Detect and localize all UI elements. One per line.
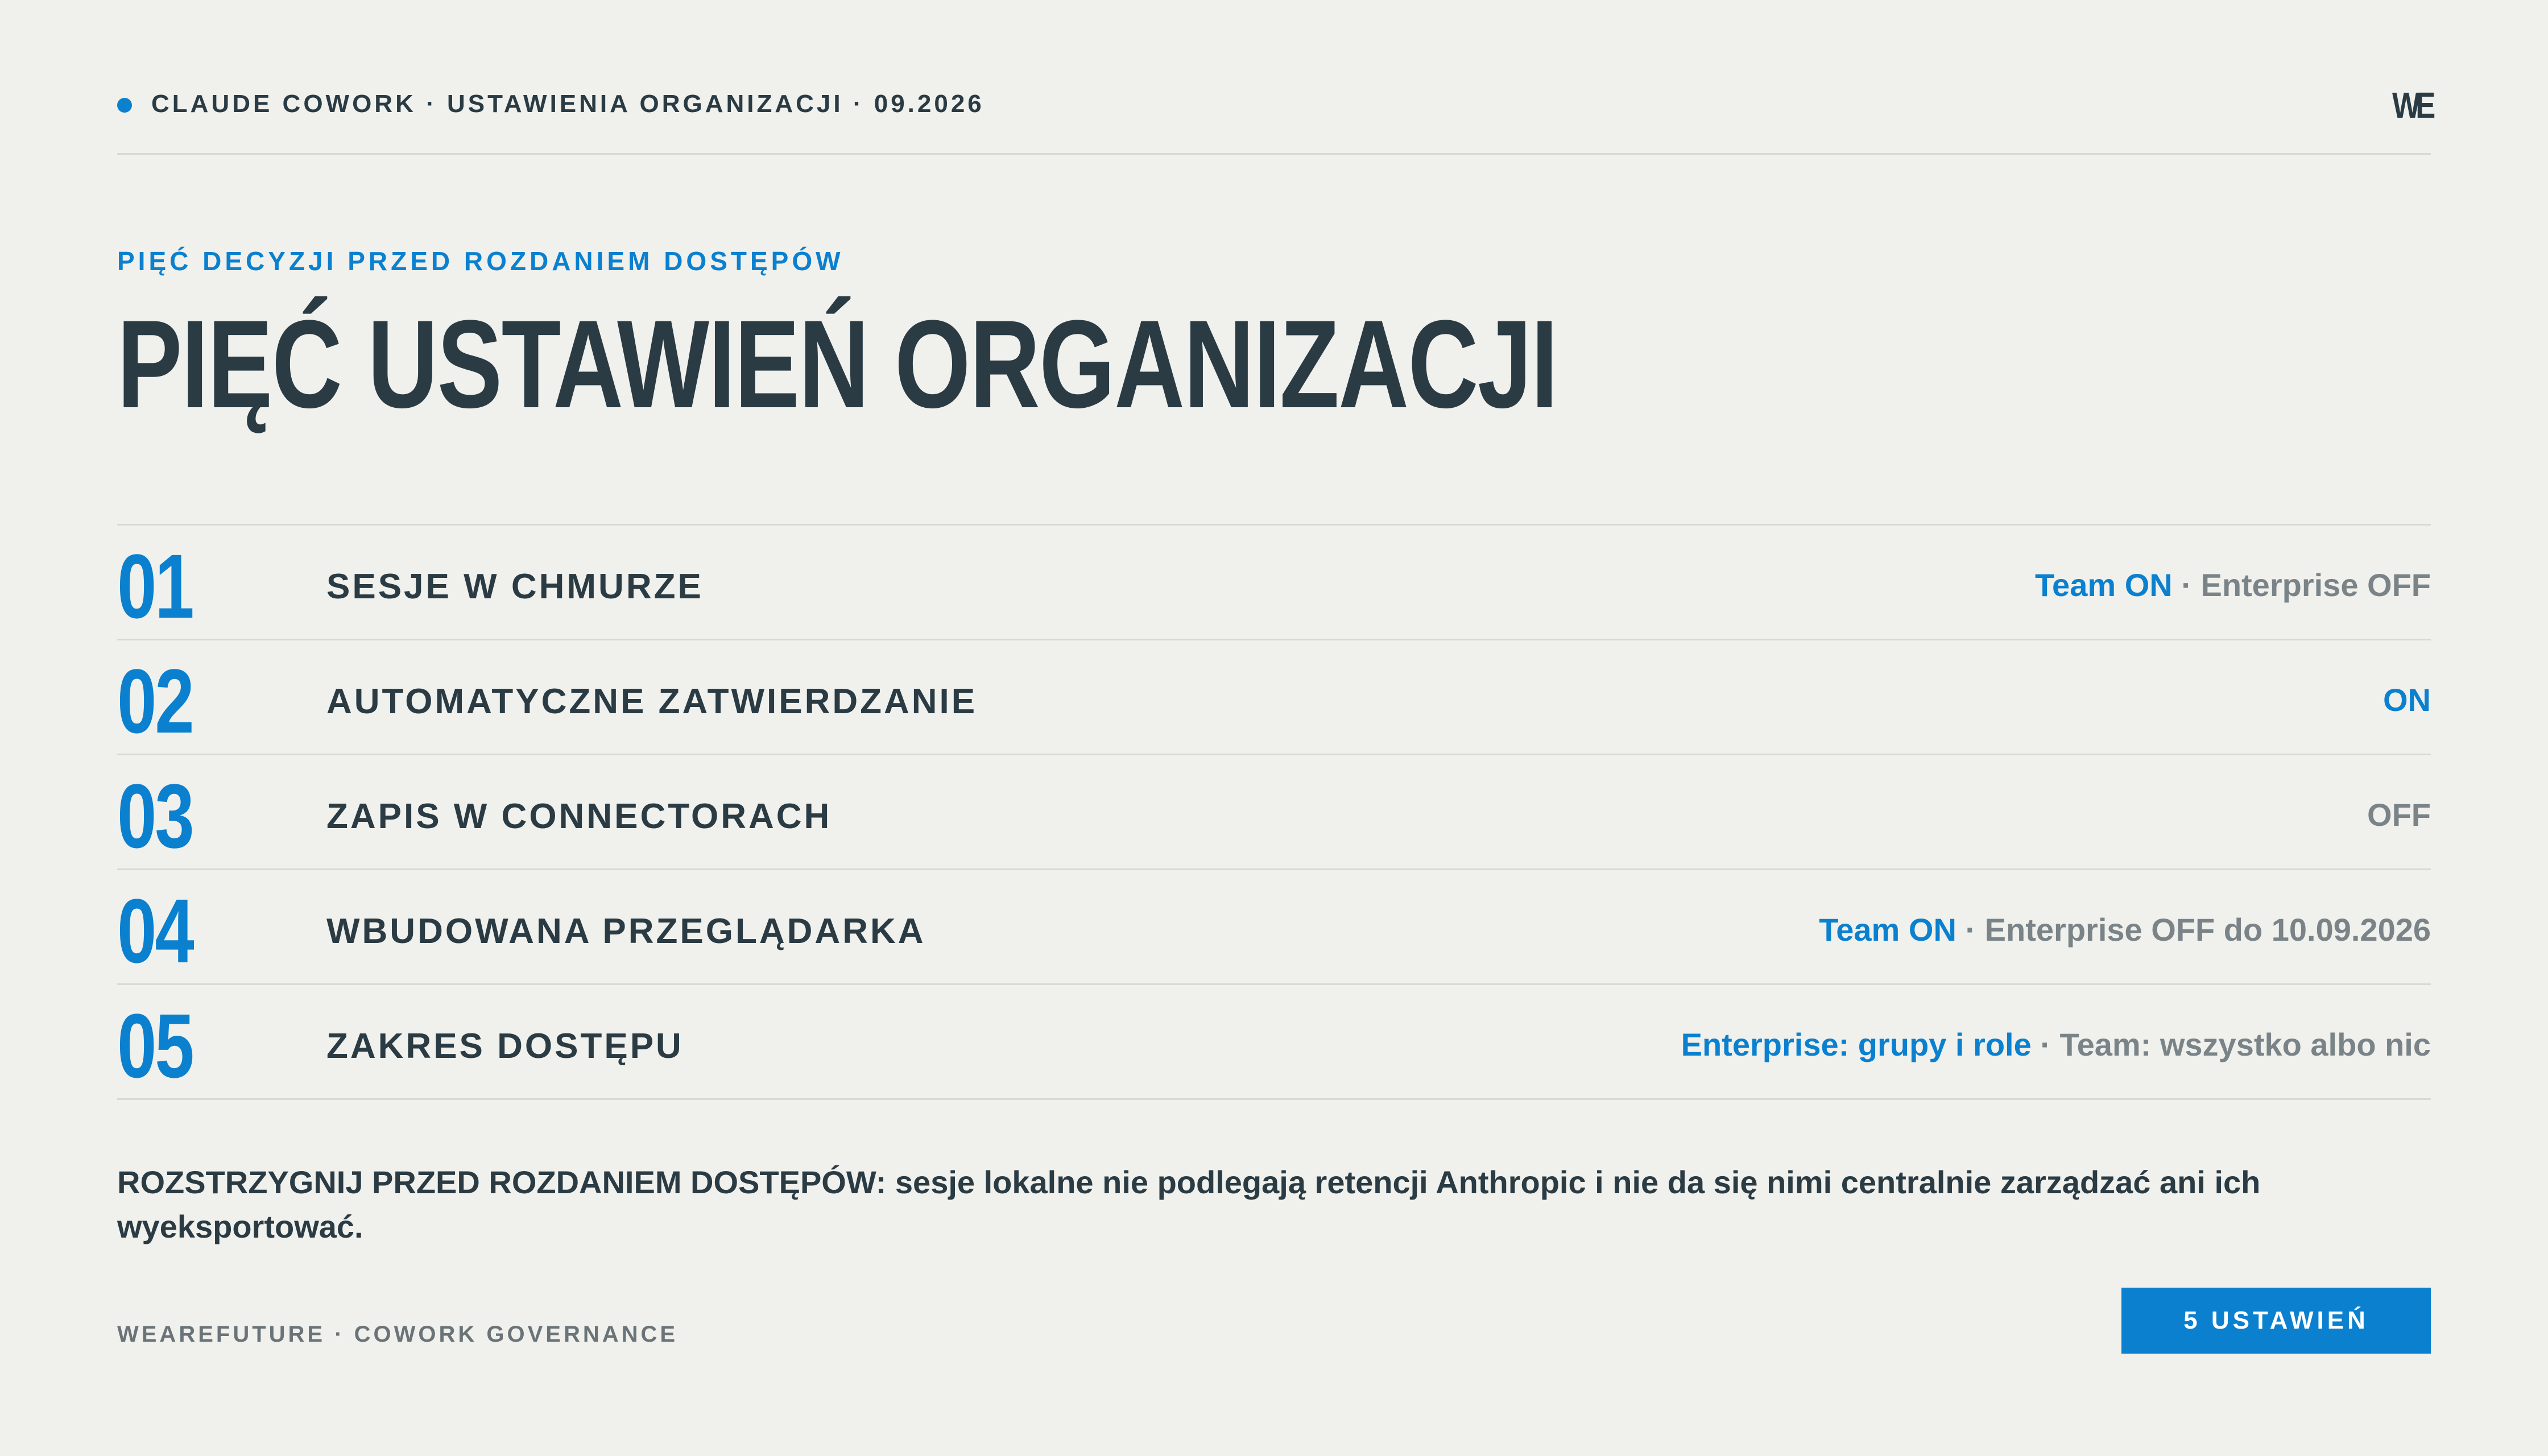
setting-label: ZAPIS W CONNECTORACH: [326, 797, 832, 836]
setting-number: 01: [117, 535, 195, 637]
setting-label: ZAKRES DOSTĘPU: [326, 1027, 684, 1066]
status-primary: ON: [2383, 682, 2431, 718]
slide: CLAUDE COWORK · USTAWIENIA ORGANIZACJI ·…: [117, 0, 2435, 1456]
setting-row-connector-write: 03 ZAPIS W CONNECTORACH OFF: [117, 755, 2431, 870]
status-secondary: OFF: [2367, 797, 2431, 833]
setting-status: Team ON · Enterprise OFF: [2035, 566, 2431, 603]
logo: WE: [2392, 85, 2435, 126]
header: CLAUDE COWORK · USTAWIENIA ORGANIZACJI ·…: [117, 85, 2435, 126]
setting-row-access-scope: 05 ZAKRES DOSTĘPU Enterprise: grupy i ro…: [117, 985, 2431, 1100]
setting-label: WBUDOWANA PRZEGLĄDARKA: [326, 912, 926, 951]
setting-status: ON: [2383, 681, 2431, 718]
setting-label: AUTOMATYCZNE ZATWIERDZANIE: [326, 682, 978, 721]
setting-label: SESJE W CHMURZE: [326, 567, 704, 606]
setting-row-cloud-sessions: 01 SESJE W CHMURZE Team ON · Enterprise …: [117, 526, 2431, 640]
setting-number: 03: [117, 765, 195, 867]
breadcrumb: CLAUDE COWORK · USTAWIENIA ORGANIZACJI ·…: [151, 90, 985, 118]
status-separator: ·: [2031, 1027, 2060, 1062]
footer-brand: WEAREFUTURE · COWORK GOVERNANCE: [117, 1322, 679, 1347]
setting-status: Team ON · Enterprise OFF do 10.09.2026: [1819, 911, 2431, 948]
setting-number: 05: [117, 995, 195, 1097]
status-primary: Enterprise: grupy i role: [1681, 1027, 2032, 1062]
setting-row-built-in-browser: 04 WBUDOWANA PRZEGLĄDARKA Team ON · Ente…: [117, 870, 2431, 985]
status-separator: ·: [1956, 912, 1985, 948]
setting-status: OFF: [2367, 796, 2431, 833]
status-primary: Team ON: [2035, 567, 2173, 603]
status-secondary: Enterprise OFF do 10.09.2026: [1984, 912, 2431, 948]
setting-status: Enterprise: grupy i role · Team: wszystk…: [1681, 1026, 2431, 1063]
settings-list: 01 SESJE W CHMURZE Team ON · Enterprise …: [117, 524, 2431, 1100]
eyebrow: PIĘĆ DECYZJI PRZED ROZDANIEM DOSTĘPÓW: [117, 246, 844, 276]
status-dot-icon: [117, 98, 132, 113]
status-primary: Team ON: [1819, 912, 1956, 948]
divider: [117, 153, 2431, 155]
page-title: PIĘĆ USTAWIEŃ ORGANIZACJI: [117, 294, 1558, 434]
status-secondary: Enterprise OFF: [2200, 567, 2431, 603]
setting-number: 02: [117, 650, 195, 752]
note-text: ROZSTRZYGNIJ PRZED ROZDANIEM DOSTĘPÓW: s…: [117, 1164, 2261, 1244]
setting-row-auto-approval: 02 AUTOMATYCZNE ZATWIERDZANIE ON: [117, 640, 2431, 755]
setting-number: 04: [117, 880, 195, 982]
status-separator: ·: [2172, 567, 2201, 603]
status-secondary: Team: wszystko albo nic: [2059, 1027, 2431, 1062]
settings-count-button[interactable]: 5 USTAWIEŃ: [2121, 1288, 2431, 1354]
